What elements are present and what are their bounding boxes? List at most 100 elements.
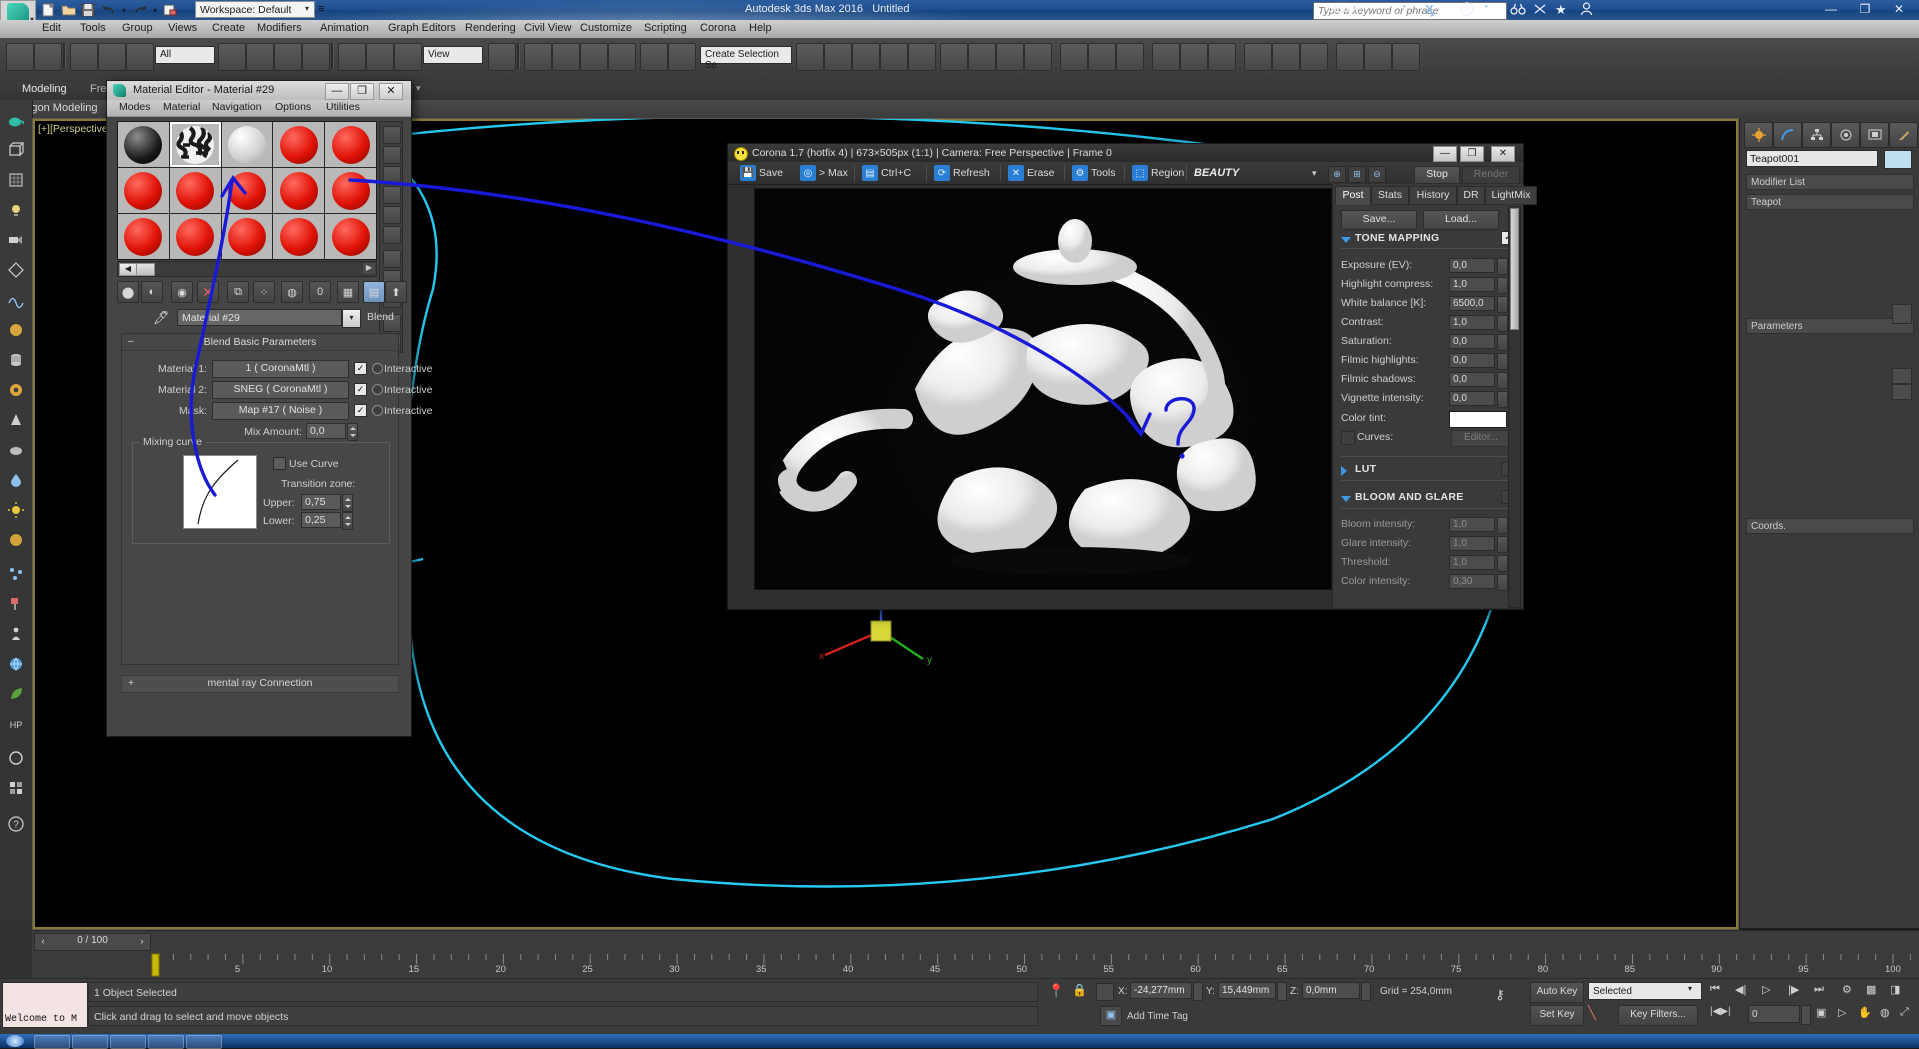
exposure-row[interactable]: Exposure (EV): 0,0 xyxy=(1341,258,1517,275)
vfb-scroll-thumb[interactable] xyxy=(1510,208,1519,330)
filmic-shadows-field[interactable]: 0,0 xyxy=(1449,372,1495,387)
binoculars-icon[interactable] xyxy=(1510,2,1526,19)
windows-taskbar[interactable] xyxy=(0,1034,1919,1049)
zoom-extents-icon[interactable]: ▩ xyxy=(1866,983,1876,996)
show-shaded-material-icon[interactable]: ▦ xyxy=(337,281,359,303)
unlink-button[interactable] xyxy=(98,43,126,71)
sample-uv-tiling-icon[interactable] xyxy=(383,186,401,204)
sample-slot-15[interactable] xyxy=(325,214,376,259)
material-effects-id-icon[interactable]: 0 xyxy=(309,281,331,303)
put-to-library-icon[interactable]: ◍ xyxy=(281,281,303,303)
motion-tab-icon[interactable] xyxy=(1831,122,1860,148)
object-name-field[interactable]: Teapot001 xyxy=(1746,150,1878,167)
next-frame-icon[interactable]: |▶ xyxy=(1788,983,1799,996)
open-file-icon[interactable] xyxy=(60,2,77,18)
menu-scripting[interactable]: Scripting xyxy=(644,22,687,34)
track-bar[interactable]: ‹ 0 / 100 › xyxy=(32,930,1919,953)
highlight-compress-row[interactable]: Highlight compress: 1,0 xyxy=(1341,277,1517,294)
rail-person-icon[interactable] xyxy=(4,622,28,646)
extra-tool-j-button[interactable] xyxy=(1336,43,1364,71)
pan-hand-icon[interactable]: ✋ xyxy=(1858,1006,1872,1019)
workspace-selector[interactable]: Workspace: Default xyxy=(195,1,315,18)
sample-slot-8[interactable] xyxy=(221,168,273,213)
highlight-compress-field[interactable]: 1,0 xyxy=(1449,277,1495,292)
vfb-tab-lightmix[interactable]: LightMix xyxy=(1485,186,1537,205)
menu-corona[interactable]: Corona xyxy=(700,22,736,34)
object-color-swatch[interactable] xyxy=(1884,150,1912,169)
go-to-parent-icon[interactable]: ⬆ xyxy=(385,281,407,303)
contrast-field[interactable]: 1,0 xyxy=(1449,315,1495,330)
sample-slot-4[interactable] xyxy=(273,122,325,167)
undo-dropdown-icon[interactable]: ▾ xyxy=(120,2,128,18)
sample-slot-9[interactable] xyxy=(273,168,325,213)
material-1-checkbox[interactable]: ✓ xyxy=(354,362,367,375)
star-icon[interactable]: ★ xyxy=(1555,2,1567,18)
vfb-to-max-button[interactable]: ◎ > Max xyxy=(796,164,852,182)
glare-intensity-row[interactable]: Glare intensity: 1,0 xyxy=(1341,536,1517,553)
menu-views[interactable]: Views xyxy=(168,22,197,34)
lower-field[interactable]: 0,25 xyxy=(301,512,341,528)
time-configuration-icon[interactable]: ⚙ xyxy=(1842,983,1852,996)
vfb-tab-history[interactable]: History xyxy=(1409,186,1457,205)
filmic-highlights-spinner[interactable] xyxy=(1497,353,1508,370)
glare-intensity-field[interactable]: 1,0 xyxy=(1449,536,1495,551)
time-tag-icon[interactable]: ▣ xyxy=(1100,1006,1122,1026)
coord-z-field[interactable]: 0,0mm xyxy=(1302,982,1360,999)
rail-box-icon[interactable] xyxy=(4,138,28,162)
rail-spacewarp-icon[interactable] xyxy=(4,288,28,312)
render-setup-button[interactable] xyxy=(968,43,996,71)
workspace-menu-icon[interactable]: ≡ xyxy=(318,3,324,15)
me-maximize-button[interactable]: ❐ xyxy=(350,83,374,100)
absolute-relative-toggle-icon[interactable] xyxy=(1096,983,1114,1001)
material-2-checkbox[interactable]: ✓ xyxy=(354,383,367,396)
coord-x-field[interactable]: -24,277mm xyxy=(1130,982,1192,999)
bind-space-warp-button[interactable] xyxy=(126,43,154,71)
key-filters-button[interactable]: Key Filters... xyxy=(1618,1005,1698,1026)
sample-slot-1[interactable] xyxy=(118,122,169,167)
panel-spinner-b[interactable] xyxy=(1892,384,1912,400)
me-close-button[interactable]: ✕ xyxy=(379,83,403,100)
maxscript-mini-listener[interactable]: Welcome to M xyxy=(2,982,88,1028)
rail-teapot-icon[interactable] xyxy=(4,108,28,132)
filmic-shadows-spinner[interactable] xyxy=(1497,372,1508,389)
render-production-button[interactable] xyxy=(1024,43,1052,71)
background-icon[interactable] xyxy=(383,166,401,184)
sample-slot-10[interactable] xyxy=(325,168,376,213)
layer-manager-button[interactable] xyxy=(824,43,852,71)
video-color-check-icon[interactable] xyxy=(383,206,401,224)
show-end-result-toggle-icon[interactable]: ▤ xyxy=(363,281,385,303)
modifier-list-dropdown[interactable]: Modifier List xyxy=(1746,174,1914,190)
mental-ray-connection-rollout[interactable]: + mental ray Connection xyxy=(121,675,399,693)
extra-tool-a-button[interactable] xyxy=(1060,43,1088,71)
curve-editor-button[interactable] xyxy=(880,43,908,71)
material-1-row[interactable]: Material 1: 1 ( CoronaMtl ) ✓ Interactiv… xyxy=(122,360,432,380)
key-mode-caret-icon[interactable]: ▾ xyxy=(1688,984,1692,993)
select-link-button[interactable] xyxy=(70,43,98,71)
rail-globe-icon[interactable] xyxy=(4,652,28,676)
me-menu-utilities[interactable]: Utilities xyxy=(326,101,360,113)
color-tint-row[interactable]: Color tint: xyxy=(1341,411,1517,428)
me-menu-material[interactable]: Material xyxy=(163,101,200,113)
main-menu-bar[interactable]: Edit Tools Group Views Create Modifiers … xyxy=(0,20,1919,39)
mask-checkbox[interactable]: ✓ xyxy=(354,404,367,417)
color-intensity-spinner[interactable] xyxy=(1497,574,1508,591)
material-2-row[interactable]: Material 2: SNEG ( CoronaMtl ) ✓ Interac… xyxy=(122,381,432,401)
taskbar-item-3[interactable] xyxy=(110,1035,146,1049)
rail-grid2-icon[interactable] xyxy=(4,776,28,800)
saturation-spinner[interactable] xyxy=(1497,334,1508,351)
utilities-tab-icon[interactable] xyxy=(1889,122,1918,148)
hierarchy-tab-icon[interactable] xyxy=(1802,122,1831,148)
me-menu-options[interactable]: Options xyxy=(275,101,311,113)
vfb-toolbar[interactable]: 💾 Save ◎ > Max ▤ Ctrl+C ⟳ Refresh ✕ Eras… xyxy=(728,162,1523,185)
taskbar-item-4[interactable] xyxy=(148,1035,184,1049)
rail-paint-icon[interactable] xyxy=(4,592,28,616)
menu-group[interactable]: Group xyxy=(122,22,153,34)
put-to-scene-icon[interactable]: ◐ xyxy=(141,281,163,303)
bloom-glare-expand-icon[interactable] xyxy=(1341,496,1351,502)
vfb-stop-button[interactable]: Stop xyxy=(1414,166,1460,184)
me-menu-modes[interactable]: Modes xyxy=(119,101,151,113)
rail-grid-icon[interactable] xyxy=(4,168,28,192)
extra-tool-k-button[interactable] xyxy=(1364,43,1392,71)
vfb-close-button[interactable]: ✕ xyxy=(1491,146,1515,162)
highlight-compress-spinner[interactable] xyxy=(1497,277,1508,294)
